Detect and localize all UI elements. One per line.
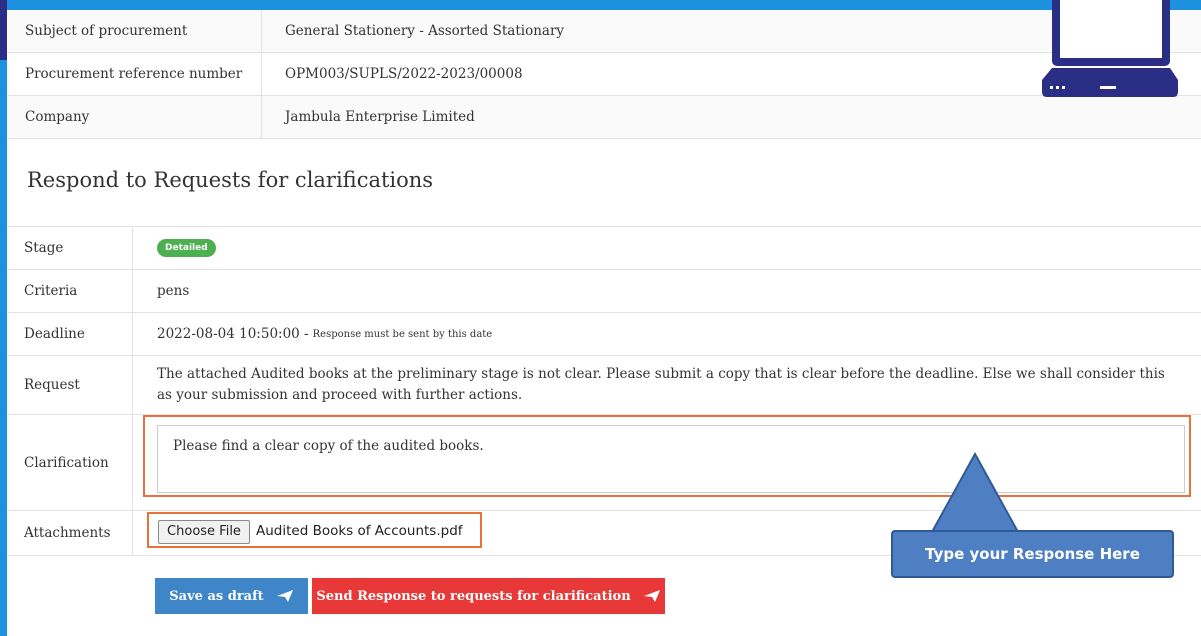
save-draft-label: Save as draft (169, 588, 264, 604)
attachments-label: Attachments (7, 511, 133, 555)
subject-value: General Stationery - Assorted Stationary (285, 23, 565, 39)
subject-label: Subject of procurement (7, 10, 262, 52)
reference-label: Procurement reference number (7, 53, 262, 95)
clarification-details-table: Stage Detailed Criteria pens Deadline 20… (7, 226, 1201, 556)
stage-label: Stage (7, 227, 133, 269)
deadline-value: 2022-08-04 10:50:00 - Response must be s… (133, 313, 1201, 355)
status-badge: Detailed (157, 239, 216, 257)
laptop-icon (1042, 0, 1178, 97)
callout-pointer (930, 452, 1020, 533)
deadline-note: Response must be sent by this date (312, 328, 493, 340)
company-value: Jambula Enterprise Limited (285, 109, 475, 125)
company-label: Company (7, 96, 262, 138)
left-accent-band (0, 0, 7, 636)
request-value: The attached Audited books at the prelim… (157, 366, 1165, 403)
callout-tooltip: Type your Response Here (891, 530, 1174, 578)
selected-file-name: Audited Books of Accounts.pdf (256, 523, 463, 539)
table-row: Criteria pens (7, 269, 1201, 312)
reference-value: OPM003/SUPLS/2022-2023/00008 (285, 66, 523, 82)
table-row: Deadline 2022-08-04 10:50:00 - Response … (7, 312, 1201, 355)
send-icon (276, 590, 293, 602)
section-title: Respond to Requests for clarifications (27, 168, 434, 192)
request-label: Request (7, 356, 133, 414)
choose-file-button[interactable]: Choose File (158, 520, 250, 544)
save-draft-button[interactable]: Save as draft (155, 578, 308, 614)
criteria-value: pens (157, 283, 190, 299)
table-row: Procurement reference number OPM003/SUPL… (7, 53, 1201, 96)
criteria-label: Criteria (7, 270, 133, 312)
table-row: Subject of procurement General Stationer… (7, 10, 1201, 53)
send-response-button[interactable]: Send Response to requests for clarificat… (312, 578, 665, 614)
stage-value: Detailed (133, 227, 1201, 269)
deadline-datetime: 2022-08-04 10:50:00 - (157, 326, 309, 342)
send-response-label: Send Response to requests for clarificat… (316, 588, 631, 604)
deadline-label: Deadline (7, 313, 133, 355)
clarification-textarea[interactable]: Please find a clear copy of the audited … (157, 425, 1185, 493)
table-row: Request The attached Audited books at th… (7, 355, 1201, 414)
top-navy-block (0, 0, 7, 60)
clarification-label: Clarification (7, 415, 133, 510)
send-icon (643, 590, 660, 602)
table-row: Stage Detailed (7, 226, 1201, 269)
procurement-info-table: Subject of procurement General Stationer… (7, 10, 1201, 139)
table-row: Company Jambula Enterprise Limited (7, 96, 1201, 139)
